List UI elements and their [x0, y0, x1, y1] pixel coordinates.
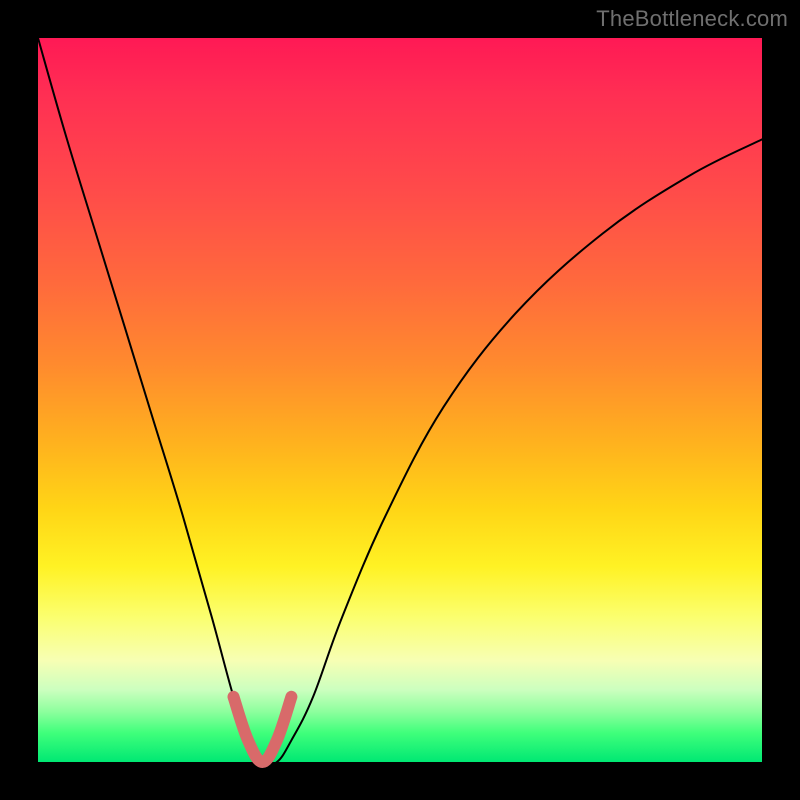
curve-svg: [38, 38, 762, 762]
main-curve: [38, 38, 762, 765]
watermark-text: TheBottleneck.com: [596, 6, 788, 32]
chart-frame: TheBottleneck.com: [0, 0, 800, 800]
plot-area: [38, 38, 762, 762]
highlight-valley: [234, 697, 292, 762]
